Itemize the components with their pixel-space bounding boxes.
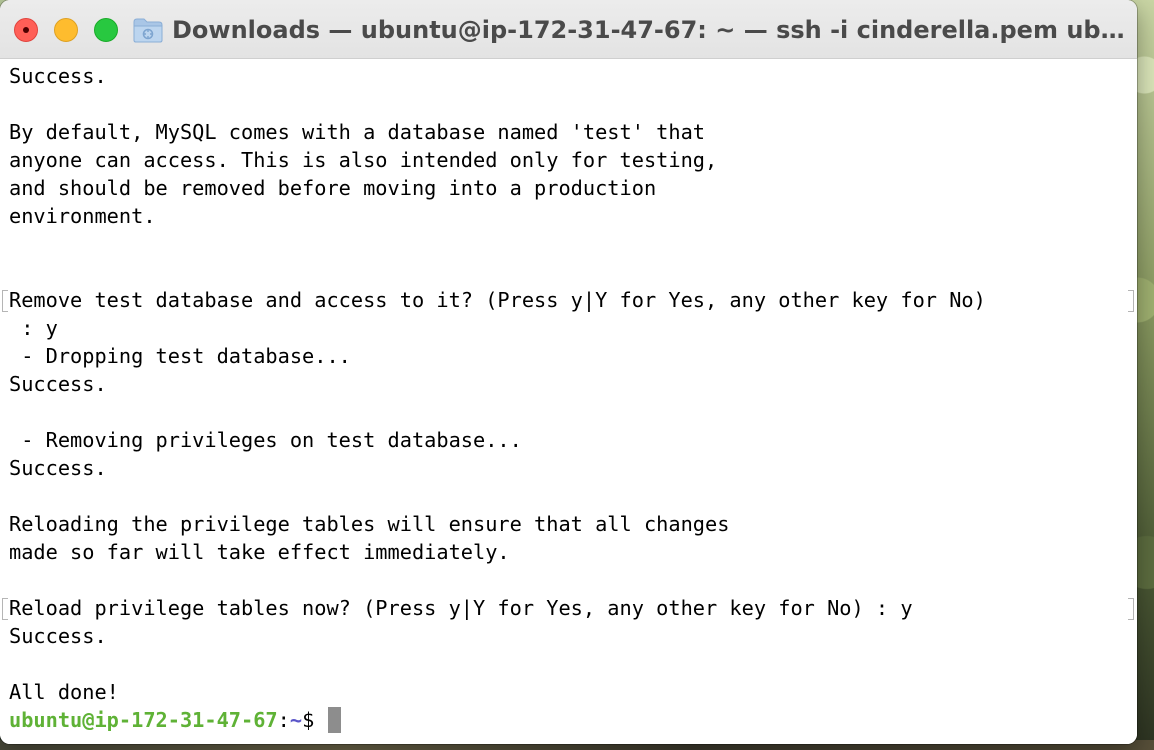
mark-bracket-left [2, 290, 8, 312]
close-button[interactable] [14, 18, 38, 42]
window-title: Downloads — ubuntu@ip-172-31-47-67: ~ — … [172, 16, 1127, 44]
terminal-line: - Dropping test database... [9, 344, 351, 368]
terminal-content[interactable]: Success. By default, MySQL comes with a … [0, 59, 1137, 744]
terminal-output: Success. By default, MySQL comes with a … [9, 62, 1134, 734]
prompt-user-host: ubuntu@ip-172-31-47-67 [9, 708, 278, 732]
terminal-window: Downloads — ubuntu@ip-172-31-47-67: ~ — … [0, 0, 1137, 744]
terminal-line: Success. [9, 372, 107, 396]
terminal-line: environment. [9, 204, 156, 228]
prompt-path: ~ [289, 708, 303, 732]
terminal-line: - Removing privileges on test database..… [9, 428, 522, 452]
mark-bracket-left [2, 598, 8, 620]
terminal-line: Reloading the privilege tables will ensu… [9, 512, 730, 536]
terminal-line: Success. [9, 456, 107, 480]
terminal-line: Reload privilege tables now? (Press y|Y … [9, 596, 913, 620]
text-cursor [327, 707, 341, 733]
terminal-line: anyone can access. This is also intended… [9, 148, 718, 172]
terminal-line: By default, MySQL comes with a database … [9, 120, 705, 144]
prompt-colon: : [277, 708, 290, 732]
terminal-line: All done! [9, 680, 119, 704]
terminal-line: : y [9, 316, 58, 340]
terminal-line: Success. [9, 64, 107, 88]
folder-icon [133, 18, 163, 43]
shell-prompt[interactable]: ubuntu@ip-172-31-47-67:~$ [9, 706, 1134, 734]
close-icon [23, 27, 29, 33]
terminal-line: and should be removed before moving into… [9, 176, 657, 200]
zoom-button[interactable] [94, 18, 118, 42]
terminal-line: made so far will take effect immediately… [9, 540, 510, 564]
prompt-symbol: $ [302, 708, 327, 732]
terminal-line: Remove test database and access to it? (… [9, 288, 986, 312]
terminal-line: Success. [9, 624, 107, 648]
title-bar[interactable]: Downloads — ubuntu@ip-172-31-47-67: ~ — … [0, 0, 1137, 59]
minimize-button[interactable] [54, 18, 78, 42]
